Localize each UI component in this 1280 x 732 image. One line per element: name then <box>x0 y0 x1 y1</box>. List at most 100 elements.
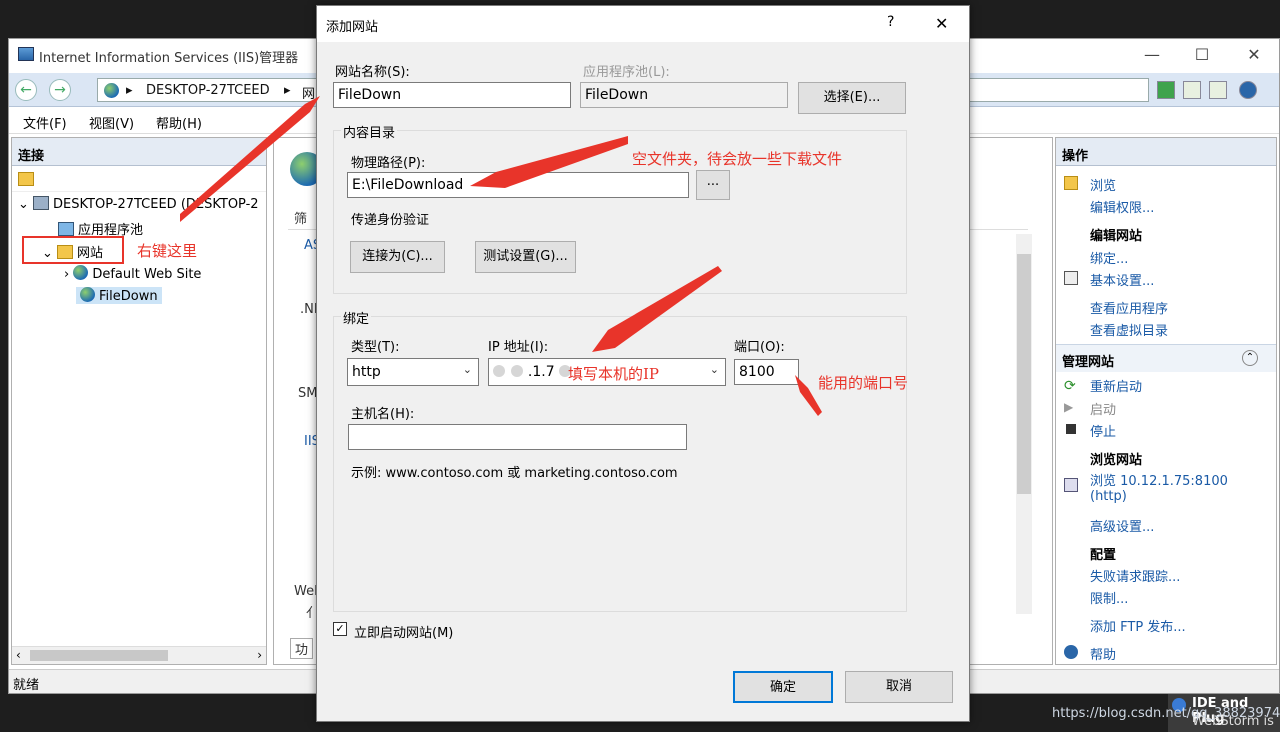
browse-path-button[interactable]: ... <box>696 170 730 200</box>
menu-help[interactable]: 帮助(H) <box>156 113 202 132</box>
manage-site-label: 管理网站 <box>1062 355 1115 370</box>
dialog-title: 添加网站 <box>326 20 379 35</box>
horizontal-scrollbar[interactable]: ‹ › <box>12 646 266 664</box>
connect-as-button[interactable]: 连接为(C)... <box>350 241 445 273</box>
features-view-tab[interactable]: 功 <box>290 638 314 659</box>
action-advanced-settings[interactable]: 高级设置... <box>1090 516 1154 535</box>
action-bindings[interactable]: 绑定... <box>1090 248 1128 267</box>
site-name-input[interactable]: FileDown <box>333 82 571 108</box>
connections-pane: 连接 ⌄ DESKTOP-27TCEED (DESKTOP-2 应用程序池 ⌄ … <box>11 137 267 665</box>
type-label: 类型(T): <box>351 340 400 355</box>
action-browse-protocol[interactable]: (http) <box>1090 489 1127 504</box>
chevron-down-icon: ⌄ <box>462 363 472 376</box>
action-failed-request-tracing[interactable]: 失败请求跟踪... <box>1090 566 1180 585</box>
port-input[interactable]: 8100 <box>734 359 799 385</box>
connect-icon[interactable] <box>1157 81 1175 99</box>
section-config: 配置 <box>1090 548 1117 563</box>
dialog-title-bar: 添加网站 ? ✕ <box>317 6 969 42</box>
scroll-right-icon[interactable]: › <box>257 648 262 662</box>
binding-title: 绑定 <box>341 308 372 327</box>
start-icon: ▶ <box>1064 400 1074 414</box>
example-text: 示例: www.contoso.com 或 marketing.contoso.… <box>351 466 678 481</box>
connections-toolbar <box>12 166 266 192</box>
browse-site-icon <box>1064 478 1078 492</box>
forward-icon[interactable]: → <box>49 79 71 101</box>
server-icon <box>33 196 50 210</box>
action-stop[interactable]: 停止 <box>1090 421 1116 440</box>
action-view-virtual-dirs[interactable]: 查看虚拟目录 <box>1090 320 1168 339</box>
select-app-pool-button[interactable]: 选择(E)... <box>798 82 906 114</box>
action-browse[interactable]: 浏览 <box>1090 175 1116 194</box>
action-browse-url[interactable]: 浏览 10.12.1.75:8100 <box>1090 470 1228 489</box>
stop-icon <box>1066 424 1076 434</box>
feature-smtp: SM <box>298 386 318 401</box>
action-add-ftp[interactable]: 添加 FTP 发布... <box>1090 616 1186 635</box>
tree-node-server[interactable]: ⌄ DESKTOP-27TCEED (DESKTOP-2 <box>18 196 259 212</box>
scroll-thumb[interactable] <box>30 650 168 661</box>
manage-site-header[interactable]: 管理网站 ⌃ <box>1056 344 1276 372</box>
action-view-applications[interactable]: 查看应用程序 <box>1090 298 1168 317</box>
close-icon[interactable]: ✕ <box>1239 45 1269 64</box>
action-basic-settings[interactable]: 基本设置... <box>1090 270 1154 289</box>
annotation-usable-port: 能用的端口号 <box>818 374 909 392</box>
cancel-button[interactable]: 取消 <box>845 671 953 703</box>
home-icon[interactable] <box>1209 81 1227 99</box>
annotation-highlight-box <box>22 236 124 264</box>
tree-label-filedown: FileDown <box>99 289 158 304</box>
ok-button[interactable]: 确定 <box>733 671 833 703</box>
start-now-label: 立即启动网站(M) <box>354 626 454 641</box>
collapse-icon[interactable]: ⌃ <box>1242 350 1258 366</box>
physical-path-input[interactable]: E:\FileDownload <box>347 172 689 198</box>
tree-label-default-site: Default Web Site <box>92 267 202 282</box>
hostname-label: 主机名(H): <box>351 407 415 422</box>
action-restart[interactable]: 重新启动 <box>1090 376 1142 395</box>
chevron-right-icon: ▸ <box>126 83 133 98</box>
test-settings-button[interactable]: 测试设置(G)... <box>475 241 576 273</box>
tree-label-server: DESKTOP-27TCEED (DESKTOP-2 <box>53 197 259 212</box>
breadcrumb-server[interactable]: DESKTOP-27TCEED <box>146 83 270 98</box>
hostname-input[interactable] <box>348 424 687 450</box>
settings-doc-icon <box>1064 271 1078 285</box>
address-input-tail[interactable] <box>967 78 1149 102</box>
help-icon[interactable] <box>1239 81 1257 99</box>
scroll-thumb[interactable] <box>1017 254 1031 494</box>
chevron-down-icon[interactable]: ⌄ <box>18 197 29 212</box>
action-start[interactable]: 启动 <box>1090 399 1116 418</box>
app-pool-icon <box>58 222 74 236</box>
disconnect-icon[interactable] <box>1183 81 1201 99</box>
website-icon <box>73 265 89 280</box>
breadcrumb-sites[interactable]: 网 <box>302 83 315 102</box>
connections-header: 连接 <box>12 138 266 166</box>
ip-address-label: IP 地址(I): <box>488 340 549 355</box>
website-icon <box>80 287 95 302</box>
status-text: 就绪 <box>13 678 40 693</box>
close-icon[interactable]: ✕ <box>935 14 948 33</box>
ip-address-value: .1.7 <box>527 364 555 380</box>
maximize-icon[interactable]: ☐ <box>1187 45 1217 64</box>
action-help[interactable]: 帮助 <box>1090 644 1116 663</box>
iis-app-icon <box>18 47 34 61</box>
tree-node-filedown[interactable]: FileDown <box>76 287 162 304</box>
action-limits[interactable]: 限制... <box>1090 588 1128 607</box>
section-edit-site: 编辑网站 <box>1090 229 1143 244</box>
chevron-right-icon[interactable]: › <box>64 267 69 282</box>
menu-view[interactable]: 视图(V) <box>89 113 134 132</box>
tree-node-default-site[interactable]: › Default Web Site <box>64 265 201 282</box>
action-edit-permissions[interactable]: 编辑权限... <box>1090 197 1154 216</box>
app-pool-field: FileDown <box>580 82 788 108</box>
new-connection-icon[interactable] <box>18 172 34 186</box>
content-directory-title: 内容目录 <box>341 122 398 141</box>
minimize-icon[interactable]: — <box>1137 45 1167 64</box>
restart-icon: ⟳ <box>1064 378 1076 394</box>
type-select[interactable]: http ⌄ <box>347 358 479 386</box>
start-now-checkbox[interactable]: ✓ <box>333 622 347 636</box>
help-icon <box>1064 645 1078 659</box>
port-label: 端口(O): <box>734 340 785 355</box>
menu-file[interactable]: 文件(F) <box>23 113 67 132</box>
vertical-scrollbar[interactable] <box>1016 234 1032 614</box>
back-icon[interactable]: ← <box>15 79 37 101</box>
help-icon[interactable]: ? <box>887 14 894 30</box>
section-browse-site: 浏览网站 <box>1090 453 1143 468</box>
feature-welcome: Wel <box>294 584 318 599</box>
scroll-left-icon[interactable]: ‹ <box>16 648 21 662</box>
